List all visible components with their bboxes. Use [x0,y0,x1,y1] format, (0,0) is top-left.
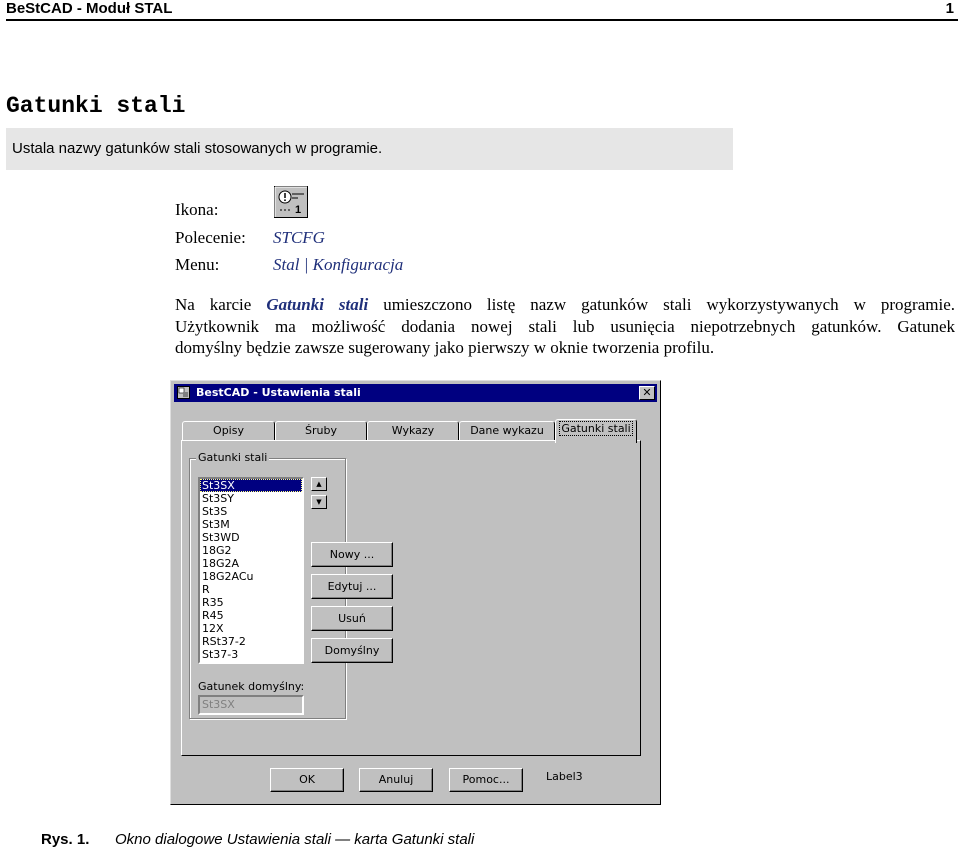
edit-button[interactable]: Edytuj ... [311,574,393,599]
paragraph-text: umieszczono listę nazw gatunków stali wy… [368,295,955,314]
steel-settings-dialog: BestCAD - Ustawienia stali ✕ Opisy Śruby… [170,380,661,805]
list-item[interactable]: R45 [200,609,302,622]
figure-number: Rys. 1. [41,831,90,848]
list-item[interactable]: 18G2 [200,544,302,557]
list-item[interactable]: RSt37-2 [200,635,302,648]
tab-dane-wykazu[interactable]: Dane wykazu [459,421,555,441]
help-button[interactable]: Pomoc... [449,768,523,792]
list-item[interactable]: St3S [200,505,302,518]
command-label: Polecenie: [175,228,246,247]
tab-label: Wykazy [391,424,435,437]
svg-text:1: 1 [295,204,301,216]
summary-text: Ustala nazwy gatunków stali stosowanych … [12,140,383,157]
document-title: BeStCAD - Moduł STAL [6,0,173,17]
label3-text: Label3 [546,770,583,783]
paragraph-text: Na karcie [175,295,267,314]
list-item[interactable]: St3M [200,518,302,531]
tab-label: Gatunki stali [559,421,633,436]
move-up-button[interactable]: ▲ [311,477,327,491]
new-button[interactable]: Nowy ... [311,542,393,567]
list-item[interactable]: 18G2ACu [200,570,302,583]
list-item[interactable]: St3SY [200,492,302,505]
tab-label: Śruby [305,424,337,437]
list-item[interactable]: R [200,583,302,596]
paragraph-line-1: Na karcie Gatunki stali umieszczono list… [175,294,955,316]
list-item[interactable]: St3WD [200,531,302,544]
tab-label: Opisy [213,424,244,437]
tab-sruby[interactable]: Śruby [275,421,367,441]
arrow-down-icon: ▼ [316,498,322,506]
app-icon [177,386,190,399]
close-icon: ✕ [642,386,652,399]
list-item[interactable]: St37-3 [200,648,302,661]
ok-button[interactable]: OK [270,768,344,792]
move-down-button[interactable]: ▼ [311,495,327,509]
paragraph-line-2: Użytkownik ma możliwość dodania nowej st… [175,316,955,336]
default-grade-label: Gatunek domyślny: [198,680,305,693]
menu-value: Stal | Konfiguracja [273,255,404,274]
description-paragraph: Na karcie Gatunki stali umieszczono list… [175,294,955,359]
delete-button[interactable]: Usuń [311,606,393,631]
arrow-up-icon: ▲ [316,480,322,488]
figure-caption: Okno dialogowe Ustawienia stali — karta … [115,831,475,848]
menu-label: Menu: [175,255,220,274]
page-number: 1 [945,0,954,17]
tab-opisy[interactable]: Opisy [182,421,275,441]
groupbox-label: Gatunki stali [196,451,270,464]
tab-label: Dane wykazu [470,424,544,437]
section-title: Gatunki stali [6,93,186,119]
summary-box: Ustala nazwy gatunków stali stosowanych … [6,128,733,170]
default-grade-field: St3SX [198,695,304,715]
paragraph-line-3: domyślny będzie zawsze sugerowany jako p… [175,338,715,357]
command-value: STCFG [273,228,325,247]
close-button[interactable]: ✕ [639,386,655,400]
list-item[interactable]: R35 [200,596,302,609]
steel-grades-listbox[interactable]: St3SX St3SY St3S St3M St3WD 18G2 18G2A 1… [198,477,304,664]
tab-gatunki-stali[interactable]: Gatunki stali [555,419,637,443]
list-item[interactable]: 12X [200,622,302,635]
set-default-button[interactable]: Domyślny [311,638,393,663]
dialog-titlebar[interactable]: BestCAD - Ustawienia stali ✕ [174,384,657,402]
cancel-button[interactable]: Anuluj [359,768,433,792]
tab-wykazy[interactable]: Wykazy [367,421,459,441]
list-item[interactable]: 18G2A [200,557,302,570]
icon-label: Ikona: [175,200,219,219]
list-item[interactable]: St3SX [200,479,302,492]
dialog-title: BestCAD - Ustawienia stali [196,386,361,399]
steel-config-toolbar-icon: 1 [274,186,308,218]
document-header: BeStCAD - Moduł STAL 1 [6,0,958,21]
tab-name-reference: Gatunki stali [266,295,369,314]
